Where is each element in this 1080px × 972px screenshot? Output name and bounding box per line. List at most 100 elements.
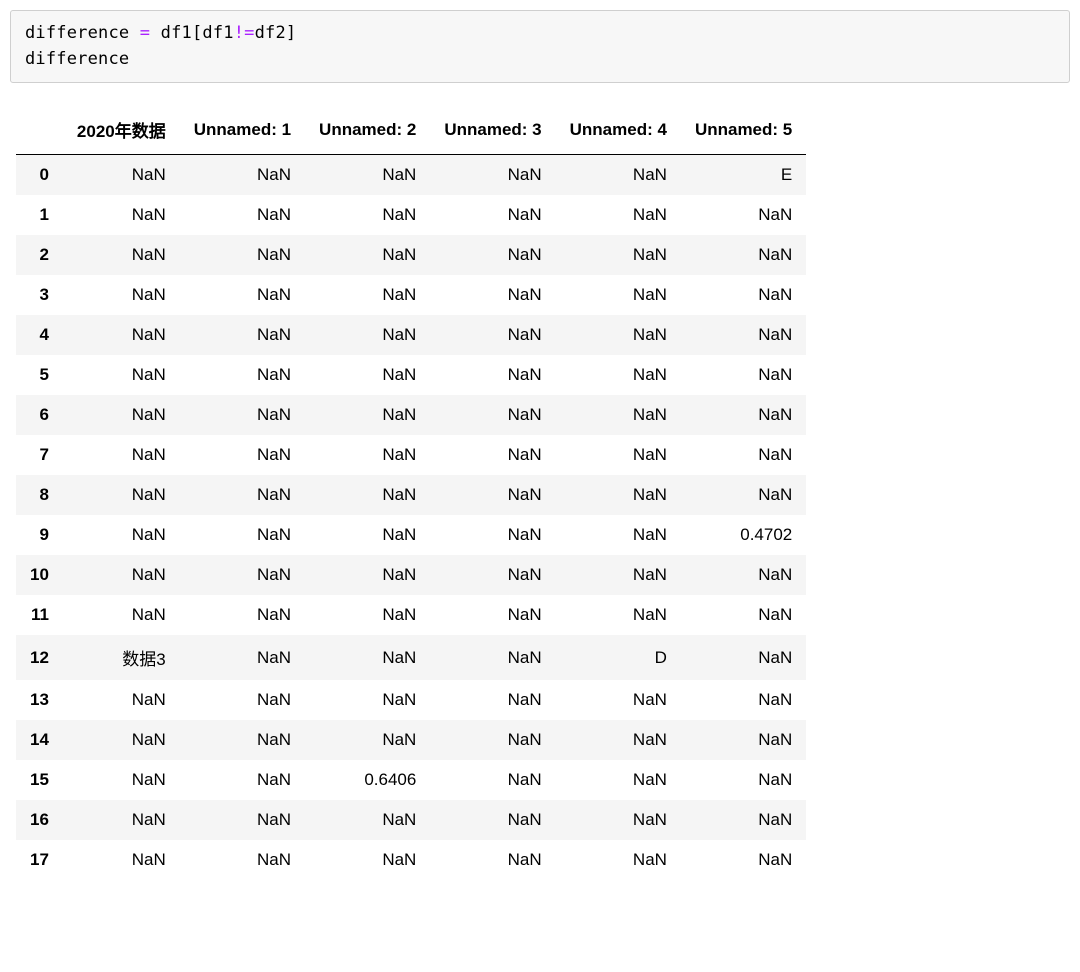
table-row: 12数据3NaNNaNNaNDNaN bbox=[16, 635, 806, 680]
table-row: 7NaNNaNNaNNaNNaNNaN bbox=[16, 435, 806, 475]
cell: NaN bbox=[681, 760, 806, 800]
cell: NaN bbox=[430, 195, 555, 235]
row-index: 10 bbox=[16, 555, 63, 595]
cell: NaN bbox=[305, 435, 430, 475]
cell: NaN bbox=[681, 595, 806, 635]
cell: NaN bbox=[556, 840, 681, 880]
column-header: Unnamed: 2 bbox=[305, 107, 430, 155]
code-token-bracket: ] bbox=[286, 23, 296, 43]
dataframe-body: 0NaNNaNNaNNaNNaNE1NaNNaNNaNNaNNaNNaN2NaN… bbox=[16, 155, 806, 881]
cell: NaN bbox=[305, 840, 430, 880]
table-row: 9NaNNaNNaNNaNNaN0.4702 bbox=[16, 515, 806, 555]
cell: NaN bbox=[180, 840, 305, 880]
cell: NaN bbox=[556, 395, 681, 435]
cell: NaN bbox=[430, 235, 555, 275]
cell: NaN bbox=[63, 475, 180, 515]
cell: NaN bbox=[681, 680, 806, 720]
column-header: 2020年数据 bbox=[63, 107, 180, 155]
cell: NaN bbox=[681, 435, 806, 475]
table-row: 13NaNNaNNaNNaNNaNNaN bbox=[16, 680, 806, 720]
cell: NaN bbox=[63, 720, 180, 760]
cell: NaN bbox=[681, 720, 806, 760]
row-index: 2 bbox=[16, 235, 63, 275]
cell: NaN bbox=[63, 595, 180, 635]
cell: NaN bbox=[180, 635, 305, 680]
code-token: difference bbox=[25, 23, 129, 43]
cell: NaN bbox=[556, 515, 681, 555]
cell: NaN bbox=[430, 635, 555, 680]
cell: NaN bbox=[430, 355, 555, 395]
cell: NaN bbox=[180, 555, 305, 595]
column-header: Unnamed: 1 bbox=[180, 107, 305, 155]
row-index: 7 bbox=[16, 435, 63, 475]
cell: NaN bbox=[430, 840, 555, 880]
table-row: 5NaNNaNNaNNaNNaNNaN bbox=[16, 355, 806, 395]
cell: NaN bbox=[556, 800, 681, 840]
cell: NaN bbox=[180, 515, 305, 555]
table-row: 0NaNNaNNaNNaNNaNE bbox=[16, 155, 806, 196]
cell: NaN bbox=[556, 155, 681, 196]
row-index: 11 bbox=[16, 595, 63, 635]
table-row: 2NaNNaNNaNNaNNaNNaN bbox=[16, 235, 806, 275]
cell: NaN bbox=[63, 840, 180, 880]
cell: NaN bbox=[305, 680, 430, 720]
cell: NaN bbox=[430, 275, 555, 315]
cell: NaN bbox=[180, 195, 305, 235]
table-row: 17NaNNaNNaNNaNNaNNaN bbox=[16, 840, 806, 880]
cell: 0.6406 bbox=[305, 760, 430, 800]
cell: NaN bbox=[430, 720, 555, 760]
cell: NaN bbox=[305, 595, 430, 635]
cell: NaN bbox=[63, 800, 180, 840]
cell: NaN bbox=[556, 355, 681, 395]
cell: NaN bbox=[180, 720, 305, 760]
row-index: 8 bbox=[16, 475, 63, 515]
output-area: 2020年数据 Unnamed: 1 Unnamed: 2 Unnamed: 3… bbox=[10, 107, 1070, 880]
cell: NaN bbox=[430, 680, 555, 720]
cell: NaN bbox=[63, 275, 180, 315]
cell: NaN bbox=[681, 555, 806, 595]
code-cell[interactable]: difference = df1[df1!=df2] difference bbox=[10, 10, 1070, 83]
table-row: 3NaNNaNNaNNaNNaNNaN bbox=[16, 275, 806, 315]
cell: NaN bbox=[556, 475, 681, 515]
cell: NaN bbox=[556, 680, 681, 720]
cell: NaN bbox=[556, 235, 681, 275]
row-index: 17 bbox=[16, 840, 63, 880]
cell: NaN bbox=[430, 760, 555, 800]
cell: NaN bbox=[180, 475, 305, 515]
dataframe-table: 2020年数据 Unnamed: 1 Unnamed: 2 Unnamed: 3… bbox=[16, 107, 806, 880]
cell: NaN bbox=[430, 315, 555, 355]
cell: NaN bbox=[180, 275, 305, 315]
cell: NaN bbox=[180, 395, 305, 435]
cell: NaN bbox=[63, 760, 180, 800]
code-token: df1 bbox=[202, 23, 233, 43]
row-index: 15 bbox=[16, 760, 63, 800]
row-index: 1 bbox=[16, 195, 63, 235]
cell: NaN bbox=[63, 195, 180, 235]
cell: NaN bbox=[305, 235, 430, 275]
cell: NaN bbox=[556, 595, 681, 635]
cell: NaN bbox=[305, 555, 430, 595]
cell: NaN bbox=[430, 595, 555, 635]
cell: NaN bbox=[180, 435, 305, 475]
cell: NaN bbox=[430, 555, 555, 595]
code-token-bracket: [ bbox=[192, 23, 202, 43]
cell: NaN bbox=[305, 800, 430, 840]
row-index: 14 bbox=[16, 720, 63, 760]
cell: NaN bbox=[430, 155, 555, 196]
cell: NaN bbox=[180, 760, 305, 800]
code-token: df2 bbox=[255, 23, 286, 43]
cell: NaN bbox=[180, 155, 305, 196]
row-index: 13 bbox=[16, 680, 63, 720]
cell: NaN bbox=[430, 435, 555, 475]
code-token-operator: = bbox=[129, 23, 160, 43]
cell: NaN bbox=[681, 475, 806, 515]
cell: NaN bbox=[305, 475, 430, 515]
cell: NaN bbox=[430, 395, 555, 435]
cell: NaN bbox=[63, 515, 180, 555]
row-index: 5 bbox=[16, 355, 63, 395]
cell: NaN bbox=[430, 515, 555, 555]
cell: NaN bbox=[180, 315, 305, 355]
cell: NaN bbox=[305, 395, 430, 435]
cell: NaN bbox=[305, 275, 430, 315]
cell: NaN bbox=[63, 235, 180, 275]
